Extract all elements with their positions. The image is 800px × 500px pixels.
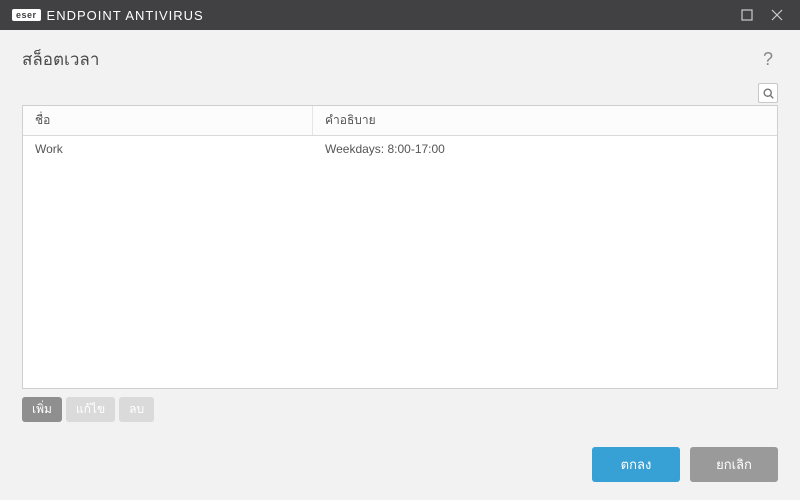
titlebar: eser ENDPOINT ANTIVIRUS [0, 0, 800, 30]
action-row: เพิ่ม แก้ไข ลบ [0, 389, 800, 422]
close-icon [771, 9, 783, 21]
search-button[interactable] [758, 83, 778, 103]
column-name[interactable]: ชื่อ [23, 106, 313, 135]
table-row[interactable]: Work Weekdays: 8:00-17:00 [23, 136, 777, 162]
search-icon [763, 88, 774, 99]
timeslots-table: ชื่อ คำอธิบาย Work Weekdays: 8:00-17:00 [22, 105, 778, 389]
column-description[interactable]: คำอธิบาย [313, 106, 777, 135]
close-button[interactable] [762, 0, 792, 30]
footer: ตกลง ยกเลิก [0, 433, 800, 500]
ok-button[interactable]: ตกลง [592, 447, 680, 482]
brand-text: ENDPOINT ANTIVIRUS [47, 8, 204, 23]
maximize-button[interactable] [732, 0, 762, 30]
page-title: สล็อตเวลา [22, 46, 99, 73]
table-body: Work Weekdays: 8:00-17:00 [23, 136, 777, 388]
edit-button: แก้ไข [66, 397, 115, 422]
add-button[interactable]: เพิ่ม [22, 397, 62, 422]
table-header: ชื่อ คำอธิบาย [23, 106, 777, 136]
page-header: สล็อตเวลา ? [0, 30, 800, 83]
cancel-button[interactable]: ยกเลิก [690, 447, 778, 482]
delete-button: ลบ [119, 397, 154, 422]
cell-description: Weekdays: 8:00-17:00 [313, 136, 777, 162]
cell-name: Work [23, 136, 313, 162]
help-button[interactable]: ? [758, 49, 778, 70]
maximize-icon [741, 9, 753, 21]
brand-badge: eser [12, 9, 41, 21]
